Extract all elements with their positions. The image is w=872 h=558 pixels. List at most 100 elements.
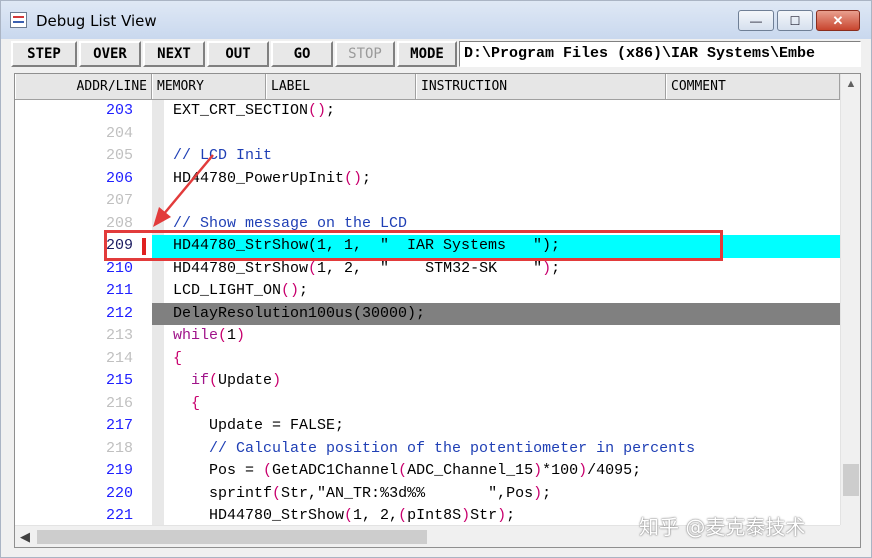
code-token: ; <box>551 259 561 277</box>
code-row[interactable]: 214 { <box>15 348 840 371</box>
code-token: Pos = <box>173 462 264 479</box>
code-text: { <box>173 350 182 367</box>
line-number: 216 <box>105 394 133 412</box>
title-bar[interactable]: Debug List View — ☐ ✕ <box>1 1 871 39</box>
code-row[interactable]: 218 // Calculate position of the potenti… <box>15 438 840 461</box>
code-token: while <box>173 327 219 344</box>
code-list[interactable]: ADDR/LINE MEMORY LABEL INSTRUCTION COMME… <box>14 73 861 548</box>
app-icon <box>10 12 27 28</box>
code-token: ) <box>497 507 507 524</box>
code-text: HD44780_StrShow(1, 1, " IAR Systems "); <box>173 237 560 254</box>
line-number: 213 <box>105 327 133 344</box>
minimize-button[interactable]: — <box>738 10 774 31</box>
code-token: { <box>191 394 201 412</box>
source-path-field[interactable]: D:\Program Files (x86)\IAR Systems\Embe <box>459 41 861 67</box>
code-row[interactable]: 207 <box>15 190 840 213</box>
line-number: 212 <box>105 304 133 322</box>
code-token: ) <box>461 507 471 524</box>
code-row[interactable]: 206 HD44780_PowerUpInit(); <box>15 168 840 191</box>
code-text: LCD_LIGHT_ON(); <box>173 282 308 299</box>
column-addr-line[interactable]: ADDR/LINE <box>15 74 152 99</box>
code-token: pInt8S <box>407 507 462 524</box>
code-text: if(Update) <box>173 372 281 389</box>
debug-list-view-window: Debug List View — ☐ ✕ STEP OVER NEXT OUT… <box>0 0 872 558</box>
vertical-scrollbar[interactable]: ▲ <box>840 74 860 525</box>
code-token: ; <box>506 507 516 524</box>
close-button[interactable]: ✕ <box>816 10 860 31</box>
code-text: { <box>173 395 200 412</box>
code-token: HD44780_StrShow <box>173 259 309 277</box>
code-row[interactable]: 208 // Show message on the LCD <box>15 213 840 236</box>
code-token: 1, 2, <box>353 507 399 524</box>
column-label[interactable]: LABEL <box>266 74 416 99</box>
line-number: 207 <box>105 192 133 209</box>
code-row[interactable]: 219 Pos = (GetADC1Channel(ADC_Channel_15… <box>15 460 840 483</box>
code-token: 1 <box>227 327 237 344</box>
column-comment[interactable]: COMMENT <box>666 74 840 99</box>
code-token: ( <box>218 327 228 344</box>
code-row[interactable]: 211 LCD_LIGHT_ON(); <box>15 280 840 303</box>
code-token: GetADC1Channel <box>272 462 399 479</box>
line-number: 220 <box>105 484 133 502</box>
horizontal-scroll-thumb[interactable] <box>37 530 427 544</box>
window-title: Debug List View <box>36 12 157 30</box>
maximize-button[interactable]: ☐ <box>777 10 813 31</box>
code-row[interactable]: 210 HD44780_StrShow(1, 2, " STM32-SK "); <box>15 258 840 281</box>
code-token: () <box>344 169 363 187</box>
code-row[interactable]: 217 Update = FALSE; <box>15 415 840 438</box>
line-number: 221 <box>105 507 133 524</box>
go-button[interactable]: GO <box>271 41 333 67</box>
vertical-scroll-thumb[interactable] <box>843 464 859 496</box>
code-text: // LCD Init <box>173 147 272 164</box>
code-token: Update <box>218 372 273 389</box>
code-token: ; <box>542 484 552 502</box>
code-token: ; <box>362 169 372 187</box>
code-row[interactable]: 209 HD44780_StrShow(1, 1, " IAR Systems "… <box>15 235 840 258</box>
code-token: ; <box>326 102 336 119</box>
code-token: ( <box>263 462 273 479</box>
code-token: *100 <box>542 462 579 479</box>
code-row[interactable]: 213 while(1) <box>15 325 840 348</box>
code-token: HD44780_StrShow <box>173 507 345 524</box>
code-token: Update = FALSE; <box>173 417 345 434</box>
code-row[interactable]: 216 { <box>15 393 840 416</box>
code-token: ) <box>533 484 543 502</box>
scroll-left-icon[interactable]: ◀ <box>15 526 35 547</box>
step-button[interactable]: STEP <box>11 41 77 67</box>
code-token: 1, 2, " STM32-SK " <box>317 259 543 277</box>
column-header: ADDR/LINE MEMORY LABEL INSTRUCTION COMME… <box>15 74 840 100</box>
over-button[interactable]: OVER <box>79 41 141 67</box>
code-row[interactable]: 220 sprintf(Str,"AN_TR:%3d%% ",Pos); <box>15 483 840 506</box>
code-token: ( <box>398 462 408 479</box>
code-row[interactable]: 215 if(Update) <box>15 370 840 393</box>
code-text: EXT_CRT_SECTION(); <box>173 102 335 119</box>
code-row[interactable]: 205 // LCD Init <box>15 145 840 168</box>
code-text: Pos = (GetADC1Channel(ADC_Channel_15)*10… <box>173 462 641 479</box>
code-row[interactable]: 212 DelayResolution100us(30000); <box>15 302 840 325</box>
code-token: ) <box>542 259 552 277</box>
line-number: 219 <box>105 462 133 479</box>
mode-button[interactable]: MODE <box>397 41 457 67</box>
column-instruction[interactable]: INSTRUCTION <box>416 74 666 99</box>
scroll-up-icon[interactable]: ▲ <box>841 74 860 94</box>
code-token: ) <box>272 372 282 389</box>
code-token: ADC_Channel_15 <box>407 462 534 479</box>
code-token: HD44780_PowerUpInit <box>173 169 345 187</box>
next-button[interactable]: NEXT <box>143 41 205 67</box>
stop-button[interactable]: STOP <box>335 41 395 67</box>
code-row[interactable]: 203 EXT_CRT_SECTION(); <box>15 100 840 123</box>
line-number: 210 <box>105 259 133 277</box>
code-token: ( <box>344 507 354 524</box>
code-token: ( <box>209 372 219 389</box>
execution-marker-icon <box>142 238 146 255</box>
out-button[interactable]: OUT <box>207 41 269 67</box>
code-token: () <box>308 102 327 119</box>
code-token: ) <box>578 462 588 479</box>
column-memory[interactable]: MEMORY <box>152 74 266 99</box>
code-text: DelayResolution100us(30000); <box>173 305 425 322</box>
code-token: { <box>173 349 183 367</box>
code-token: if <box>191 372 210 389</box>
line-number: 214 <box>105 349 133 367</box>
code-row[interactable]: 204 <box>15 123 840 146</box>
